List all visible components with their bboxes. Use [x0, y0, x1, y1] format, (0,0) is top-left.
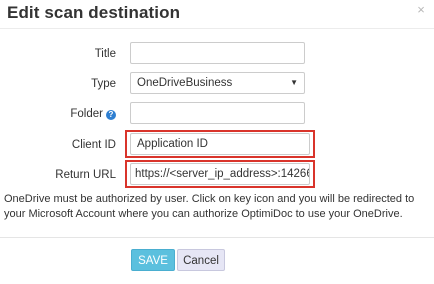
save-button[interactable]: SAVE [131, 249, 175, 271]
close-icon[interactable]: × [414, 3, 428, 17]
help-icon[interactable]: ? [106, 110, 116, 120]
onedrive-info-text: OneDrive must be authorized by user. Cli… [4, 193, 415, 220]
chevron-down-icon: ▼ [290, 78, 298, 87]
dialog-title: Edit scan destination [7, 3, 181, 22]
return-url-label: Return URL [55, 169, 116, 181]
type-row: Type OneDriveBusiness ▼ [0, 72, 434, 96]
return-url-row: Return URL https://<server_ip_address>:1… [0, 163, 434, 187]
type-label: Type [91, 78, 116, 90]
client-id-input[interactable]: Application ID [130, 133, 310, 155]
footer-divider [0, 237, 434, 238]
client-id-row: Client ID Application ID [0, 133, 434, 157]
folder-input[interactable] [130, 102, 305, 124]
header-divider [0, 28, 434, 29]
type-select[interactable]: OneDriveBusiness ▼ [130, 72, 305, 94]
folder-row: Folder? [0, 102, 434, 126]
type-select-value: OneDriveBusiness [137, 77, 233, 89]
title-row: Title [0, 42, 434, 66]
client-id-label: Client ID [71, 139, 116, 151]
folder-label-wrap: Folder? [70, 102, 116, 126]
edit-scan-destination-dialog: Edit scan destination × Title Type OneDr… [0, 0, 434, 284]
return-url-input[interactable]: https://<server_ip_address>:14266 [130, 163, 310, 185]
cancel-button[interactable]: Cancel [177, 249, 225, 271]
title-input[interactable] [130, 42, 305, 64]
folder-label: Folder [70, 108, 103, 120]
title-label: Title [94, 48, 116, 60]
